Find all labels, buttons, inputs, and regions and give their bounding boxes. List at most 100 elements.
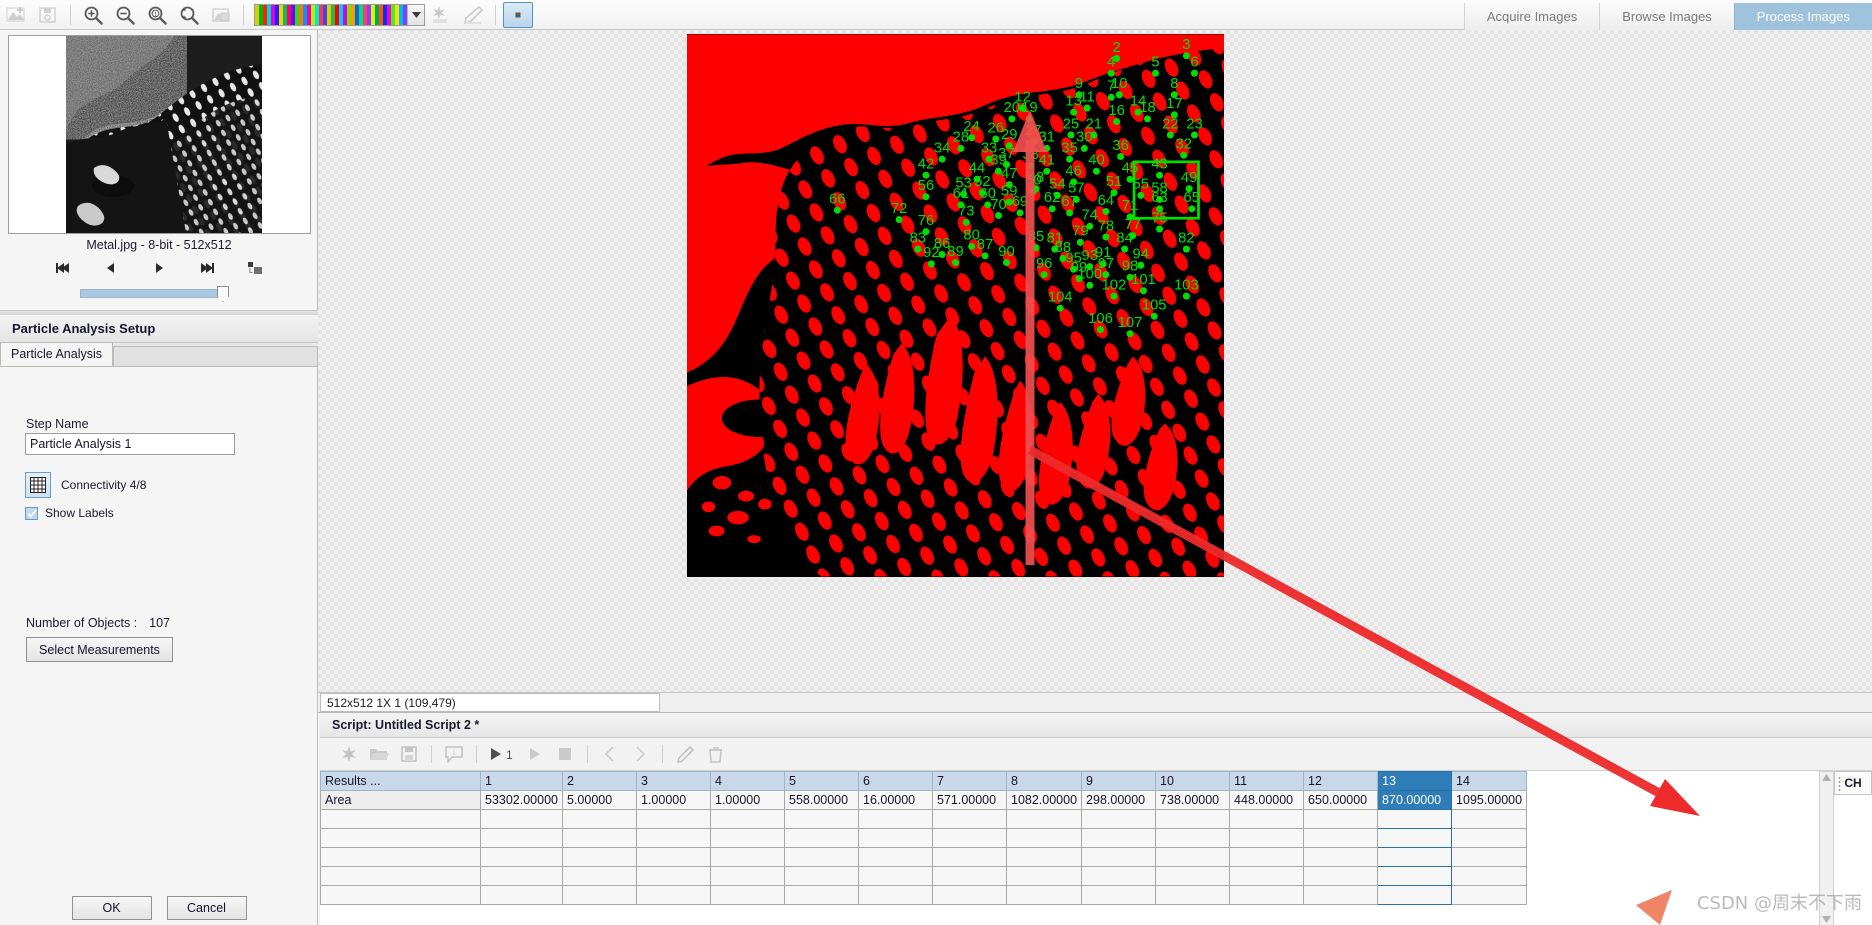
- save-script-icon[interactable]: [394, 741, 424, 767]
- next-frame-button[interactable]: [148, 258, 170, 278]
- table-cell[interactable]: [562, 847, 637, 867]
- table-cell[interactable]: [1155, 885, 1231, 905]
- frame-slider[interactable]: [80, 286, 235, 302]
- step-back-icon[interactable]: [595, 741, 625, 767]
- add-image-icon[interactable]: [1, 2, 31, 28]
- zoom-100-icon[interactable]: 1: [142, 2, 172, 28]
- tab-particle-analysis[interactable]: Particle Analysis: [0, 342, 114, 366]
- table-cell[interactable]: [1303, 828, 1379, 848]
- table-column-header-8[interactable]: 8: [1005, 771, 1083, 791]
- first-frame-button[interactable]: [52, 258, 74, 278]
- edit-icon[interactable]: [670, 741, 700, 767]
- slider-track[interactable]: [80, 289, 225, 298]
- delete-icon[interactable]: [700, 741, 730, 767]
- table-cell[interactable]: 5.00000: [562, 790, 637, 810]
- table-cell[interactable]: [932, 866, 1007, 886]
- table-row[interactable]: [320, 847, 1528, 867]
- roi-rectangle-icon[interactable]: [503, 1, 533, 28]
- scroll-up-icon[interactable]: [1822, 774, 1831, 781]
- table-cell[interactable]: [858, 809, 933, 829]
- image-canvas-area[interactable]: 2 3 4 5 6 7 8 9 10 11 12 13 14 16 17 18 19 20 21 22 23 24 25 26…: [318, 30, 1872, 692]
- table-cell[interactable]: [1229, 809, 1305, 829]
- results-vertical-scrollbar[interactable]: [1819, 771, 1834, 925]
- table-cell[interactable]: [710, 809, 785, 829]
- table-cell[interactable]: 448.00000: [1229, 790, 1305, 810]
- table-cell[interactable]: [562, 885, 637, 905]
- table-cell[interactable]: 16.00000: [858, 790, 933, 810]
- table-cell[interactable]: [710, 828, 785, 848]
- table-cell[interactable]: [1229, 885, 1305, 905]
- save-image-icon[interactable]: [33, 2, 63, 28]
- binary-particle-image[interactable]: 2 3 4 5 6 7 8 9 10 11 12 13 14 16 17 18 19 20 21 22 23 24 25 26…: [687, 34, 1224, 577]
- table-cell[interactable]: 650.00000: [1303, 790, 1379, 810]
- table-cell[interactable]: 1.00000: [710, 790, 785, 810]
- show-labels-row[interactable]: Show Labels: [25, 506, 114, 520]
- results-table-container[interactable]: Results ... 1 2 3 4 5 6 7 8 9 10 11 12 13 14 Area 53302…: [320, 771, 1872, 925]
- table-row[interactable]: [320, 885, 1528, 905]
- table-row[interactable]: [320, 866, 1528, 886]
- table-cell[interactable]: [1081, 809, 1157, 829]
- table-cell[interactable]: [858, 828, 933, 848]
- table-cell[interactable]: [784, 847, 859, 867]
- layers-icon[interactable]: L: [244, 258, 266, 278]
- table-cell[interactable]: [562, 866, 637, 886]
- comment-icon[interactable]: i: [439, 741, 469, 767]
- table-cell[interactable]: [784, 885, 859, 905]
- table-cell[interactable]: [1377, 828, 1453, 848]
- table-cell[interactable]: [636, 885, 711, 905]
- table-cell[interactable]: [710, 866, 785, 886]
- table-cell[interactable]: [1451, 828, 1528, 848]
- tab-acquire-images[interactable]: Acquire Images: [1463, 3, 1600, 30]
- table-cell[interactable]: [1229, 828, 1305, 848]
- auto-contrast-icon[interactable]: [426, 2, 456, 28]
- zoom-in-icon[interactable]: [78, 2, 108, 28]
- table-cell[interactable]: 53302.00000: [480, 790, 563, 810]
- image-adjust-icon[interactable]: [206, 2, 236, 28]
- show-labels-checkbox[interactable]: [25, 506, 38, 520]
- table-cell[interactable]: [710, 847, 785, 867]
- table-cell[interactable]: [1303, 885, 1379, 905]
- table-cell[interactable]: 1095.00000: [1451, 790, 1528, 810]
- table-cell[interactable]: [480, 809, 563, 829]
- table-cell[interactable]: [932, 847, 1007, 867]
- table-column-header-4[interactable]: 4: [710, 771, 785, 791]
- chevron-down-icon[interactable]: [407, 4, 424, 25]
- table-column-header-1[interactable]: 1: [480, 771, 563, 791]
- table-cell[interactable]: [858, 885, 933, 905]
- table-cell[interactable]: [1451, 866, 1528, 886]
- last-frame-button[interactable]: [196, 258, 218, 278]
- table-cell[interactable]: [1081, 828, 1157, 848]
- table-column-header-5[interactable]: 5: [784, 771, 859, 791]
- previous-frame-button[interactable]: [100, 258, 122, 278]
- table-cell[interactable]: [480, 847, 563, 867]
- tab-process-images[interactable]: Process Images: [1733, 3, 1872, 30]
- table-cell[interactable]: [1229, 866, 1305, 886]
- run-all-icon[interactable]: [520, 741, 550, 767]
- table-cell[interactable]: 870.00000: [1377, 790, 1453, 810]
- table-column-header-13[interactable]: 13: [1377, 771, 1453, 791]
- table-cell[interactable]: [1303, 809, 1379, 829]
- table-cell[interactable]: [480, 885, 563, 905]
- step-name-input[interactable]: [25, 433, 235, 455]
- connectivity-row[interactable]: Connectivity 4/8: [25, 472, 146, 498]
- open-script-icon[interactable]: [364, 741, 394, 767]
- table-cell[interactable]: [1005, 847, 1083, 867]
- channel-flyout-tab[interactable]: CH: [1834, 771, 1872, 795]
- table-cell[interactable]: [932, 885, 1007, 905]
- table-cell[interactable]: [1005, 866, 1083, 886]
- table-cell[interactable]: [1155, 847, 1231, 867]
- table-column-header-7[interactable]: 7: [932, 771, 1007, 791]
- table-cell[interactable]: [1155, 866, 1231, 886]
- table-cell[interactable]: [858, 847, 933, 867]
- table-cell[interactable]: 298.00000: [1081, 790, 1157, 810]
- table-cell[interactable]: [636, 847, 711, 867]
- table-cell[interactable]: 1.00000: [636, 790, 711, 810]
- table-cell[interactable]: [1081, 847, 1157, 867]
- table-cell[interactable]: [480, 866, 563, 886]
- table-cell[interactable]: [1155, 809, 1231, 829]
- tab-browse-images[interactable]: Browse Images: [1599, 3, 1734, 30]
- table-cell[interactable]: [1155, 828, 1231, 848]
- table-column-header-14[interactable]: 14: [1451, 771, 1528, 791]
- table-row[interactable]: Area 53302.00000 5.00000 1.00000 1.00000 558.…: [320, 790, 1528, 810]
- table-row[interactable]: [320, 828, 1528, 848]
